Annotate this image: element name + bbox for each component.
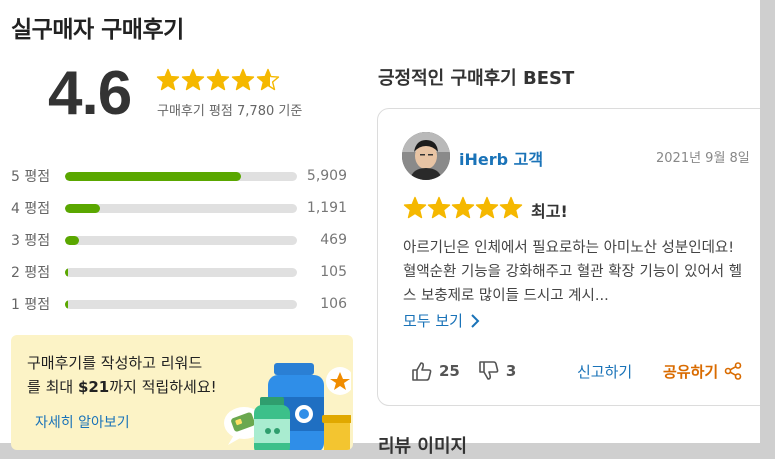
rating-row-label: 2 평점 xyxy=(11,265,51,281)
rating-bar-track xyxy=(65,235,297,245)
average-rating: 4.6 xyxy=(48,59,132,128)
promo-learn-more-link[interactable]: 자세히 알아보기 xyxy=(35,412,130,432)
avatar-image xyxy=(402,132,450,180)
rating-bar-track xyxy=(65,171,297,181)
star-full-icon xyxy=(231,68,255,91)
star-partial-icon xyxy=(256,68,280,91)
scrollbar[interactable] xyxy=(760,0,775,459)
rating-bar-track xyxy=(65,267,297,277)
rating-row[interactable]: 3 평점 469 xyxy=(11,224,351,256)
rating-row-count: 5,909 xyxy=(306,168,347,184)
best-review-card: iHerb 고객 2021년 9월 8일 최고! 아르기닌은 인체에서 필요로하… xyxy=(377,108,775,406)
rating-row-count: 469 xyxy=(320,232,347,248)
rating-bar-track xyxy=(65,203,297,213)
page-title: 실구매자 구매후기 xyxy=(11,17,184,43)
rating-row-count: 1,191 xyxy=(306,200,347,216)
rating-row-label: 5 평점 xyxy=(11,169,51,185)
rating-row-label: 3 평점 xyxy=(11,233,51,249)
star-full-icon xyxy=(403,196,427,219)
reviews-page: 실구매자 구매후기 4.6 구매후기 평점 7,780 기준 5 평점 5,909… xyxy=(0,0,775,457)
rating-bar-track xyxy=(65,299,297,309)
star-full-icon xyxy=(206,68,230,91)
review-reward-promo: 구매후기를 작성하고 리워드 를 최대 $21까지 적립하세요! 자세히 알아보… xyxy=(11,335,353,450)
promo-amount: $21 xyxy=(77,378,110,396)
share-label: 공유하기 xyxy=(663,362,719,381)
report-link[interactable]: 신고하기 xyxy=(577,361,632,382)
promo-line-2: 를 최대 $21까지 적립하세요! xyxy=(27,375,247,399)
promo-text: 구매후기를 작성하고 리워드 를 최대 $21까지 적립하세요! xyxy=(27,351,247,399)
promo-line-2-pre: 를 최대 xyxy=(27,378,78,396)
show-all-label: 모두 보기 xyxy=(403,312,463,330)
best-reviews-title: 긍정적인 구매후기 BEST xyxy=(378,68,575,89)
helpful-button[interactable]: 25 xyxy=(411,361,460,381)
rating-bar-fill xyxy=(65,299,69,309)
rating-bar-fill xyxy=(65,203,101,213)
not-helpful-button[interactable]: 3 xyxy=(478,361,516,381)
rating-distribution: 5 평점 5,909 4 평점 1,191 3 평점 469 2 평점 105 1 평점 106 xyxy=(11,160,351,320)
review-body-text: 아르기닌은 인체에서 필요로하는 아미노산 성분인데요! 혈액순환 기능을 강화… xyxy=(403,240,743,304)
rating-row-count: 106 xyxy=(320,296,347,312)
review-actions: 25 3 신고하기 공유하기 xyxy=(411,359,756,383)
share-button[interactable]: 공유하기 xyxy=(663,361,742,382)
reviewer-name[interactable]: iHerb 고객 xyxy=(459,146,543,170)
rating-row-label: 1 평점 xyxy=(11,297,51,313)
not-helpful-count: 3 xyxy=(505,362,517,380)
rating-basis-text: 구매후기 평점 7,780 기준 xyxy=(157,104,303,119)
thumbs-up-icon xyxy=(412,362,432,381)
thumbs-down-icon xyxy=(479,361,499,380)
star-full-icon xyxy=(156,68,180,91)
rating-bar-fill xyxy=(65,171,242,181)
star-full-icon xyxy=(451,196,475,219)
star-full-icon xyxy=(427,196,451,219)
star-full-icon xyxy=(499,196,523,219)
helpful-count: 25 xyxy=(439,362,460,380)
rating-row-label: 4 평점 xyxy=(11,201,51,217)
rating-row[interactable]: 1 평점 106 xyxy=(11,288,351,320)
rating-row[interactable]: 5 평점 5,909 xyxy=(11,160,351,192)
promo-line-2-post: 까지 적립하세요! xyxy=(109,378,217,396)
review-heading: 최고! xyxy=(531,202,568,221)
avatar xyxy=(402,132,450,180)
rating-bar-fill xyxy=(65,267,69,277)
share-icon xyxy=(724,362,742,380)
rating-row-count: 105 xyxy=(320,264,347,280)
show-all-link[interactable]: 모두 보기 xyxy=(403,310,481,331)
rating-row[interactable]: 4 평점 1,191 xyxy=(11,192,351,224)
chevron-right-icon xyxy=(471,313,480,328)
supplement-bottles-illustration xyxy=(224,363,351,450)
review-date: 2021년 9월 8일 xyxy=(656,151,750,166)
promo-line-1: 구매후기를 작성하고 리워드 xyxy=(27,354,203,372)
review-images-title: 리뷰 이미지 xyxy=(378,436,468,457)
star-full-icon xyxy=(181,68,205,91)
average-stars xyxy=(156,68,280,92)
star-full-icon xyxy=(475,196,499,219)
rating-row[interactable]: 2 평점 105 xyxy=(11,256,351,288)
review-stars xyxy=(403,196,523,220)
rating-bar-fill xyxy=(65,235,79,245)
